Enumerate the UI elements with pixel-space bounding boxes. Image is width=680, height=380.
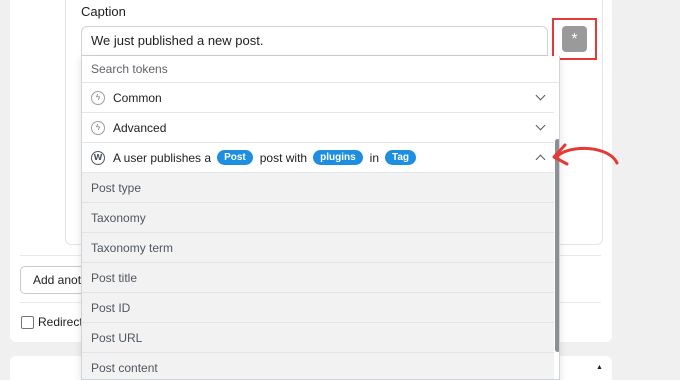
caption-input[interactable]: We just published a new post. — [81, 26, 548, 56]
token-item[interactable]: Post URL — [82, 323, 554, 353]
chevron-down-icon — [535, 90, 546, 101]
redirect-label: Redirect — [38, 315, 83, 329]
trigger-text: in — [369, 150, 379, 165]
trigger-text: post with — [259, 150, 308, 165]
group-label: Common — [113, 90, 162, 105]
token-item[interactable]: Taxonomy — [82, 203, 554, 233]
token-item[interactable]: Post content — [82, 353, 554, 379]
token-button[interactable]: * — [562, 26, 587, 52]
tag-post: Post — [217, 150, 253, 165]
token-group-common[interactable]: ϟ Common — [82, 83, 554, 113]
scrollbar[interactable] — [554, 83, 559, 379]
chevron-up-icon — [535, 154, 546, 165]
trigger-text: A user publishes a — [113, 150, 212, 165]
red-arrow-annotation — [552, 143, 619, 166]
tag-tag: Tag — [385, 150, 417, 165]
token-item[interactable]: Taxonomy term — [82, 233, 554, 263]
wordpress-icon: W — [91, 150, 105, 165]
redirect-checkbox[interactable] — [21, 316, 34, 329]
plug-icon: ϟ — [91, 120, 105, 135]
chevron-down-icon — [535, 120, 546, 131]
add-another-button[interactable]: Add anoth — [20, 266, 90, 294]
caption-label: Caption — [81, 4, 126, 19]
token-item[interactable]: Post title — [82, 263, 554, 293]
tag-plugins: plugins — [313, 150, 363, 165]
group-label: Advanced — [113, 120, 167, 135]
token-search-input[interactable] — [91, 62, 531, 76]
caret-up-icon[interactable]: ▲ — [596, 364, 603, 371]
token-group-trigger[interactable]: W A user publishes a Post post with plug… — [82, 143, 554, 173]
token-dropdown: ϟ Common ϟ Advanced W A user publishes a… — [81, 56, 560, 380]
plug-icon: ϟ — [91, 90, 105, 105]
token-group-advanced[interactable]: ϟ Advanced — [82, 113, 554, 143]
token-list: ϟ Common ϟ Advanced W A user publishes a… — [82, 83, 554, 379]
token-search-row — [82, 56, 559, 83]
token-item[interactable]: Post type — [82, 173, 554, 203]
token-item[interactable]: Post ID — [82, 293, 554, 323]
